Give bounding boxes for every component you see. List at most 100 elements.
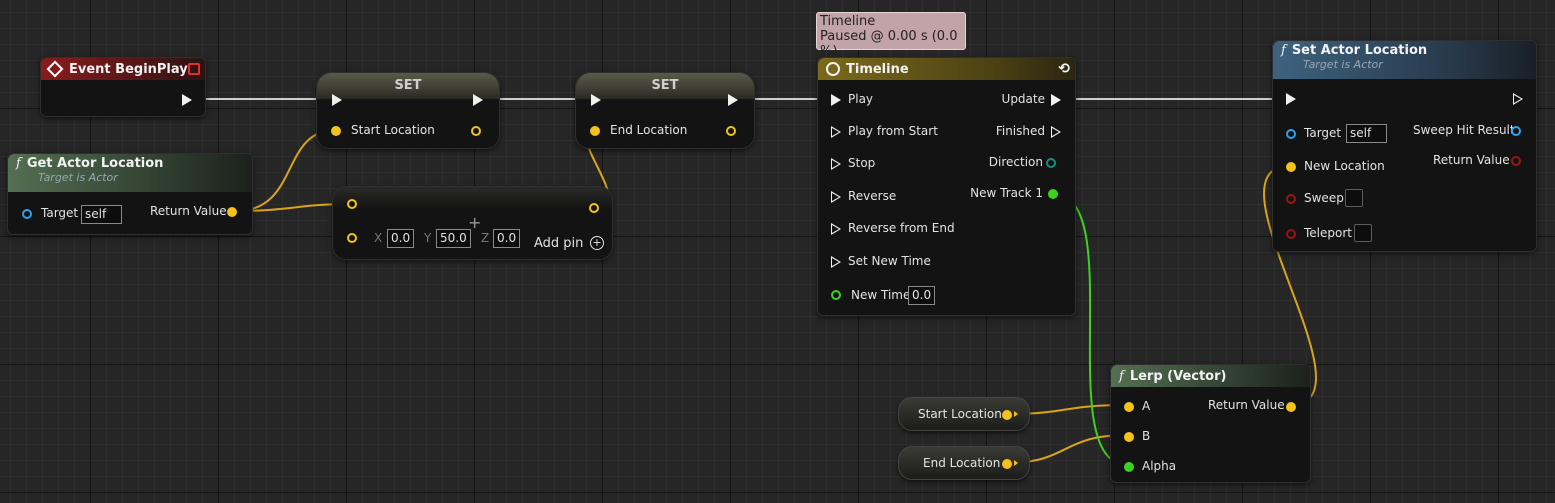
- lerp-vector-node[interactable]: f Lerp (Vector) A B Alpha Return Value: [1110, 364, 1311, 483]
- set-actor-location-node[interactable]: f Set Actor Location Target is Actor Targ…: [1272, 40, 1537, 252]
- timeline-output-new-track: New Track 1: [970, 186, 1043, 200]
- set-actor-teleport-checkbox[interactable]: [1354, 224, 1372, 242]
- get-actor-return-pin[interactable]: [227, 207, 237, 217]
- end-location-getter-label: End Location: [923, 456, 1001, 470]
- set-start-value-in-pin[interactable]: [331, 126, 341, 136]
- timeline-direction-pin[interactable]: [1046, 158, 1056, 168]
- start-location-getter-arrow: [1014, 411, 1018, 417]
- get-actor-location-title: Get Actor Location: [26, 156, 164, 171]
- make-vector-z-field[interactable]: 0.0: [493, 229, 521, 248]
- lerp-b-pin[interactable]: [1124, 432, 1134, 442]
- get-actor-location-subtitle: Target is Actor: [38, 171, 118, 184]
- timeline-output-direction: Direction: [988, 155, 1043, 169]
- set-actor-sweep-checkbox[interactable]: [1345, 189, 1363, 207]
- make-vector-in-pin[interactable]: [347, 199, 357, 209]
- add-pin-plus-icon[interactable]: +: [590, 236, 604, 250]
- end-location-getter-pin[interactable]: [1002, 459, 1012, 469]
- make-vector-x-label: X: [374, 231, 383, 245]
- timeline-node[interactable]: Timeline ⟲ Play Play from Start Stop Rev…: [817, 57, 1076, 316]
- timeline-play-from-start-pin[interactable]: [831, 126, 841, 138]
- end-location-getter-arrow: [1014, 460, 1018, 466]
- set-start-exec-out-pin[interactable]: [473, 94, 483, 106]
- timeline-header[interactable]: Timeline ⟲: [818, 58, 1075, 80]
- get-actor-target-field[interactable]: self: [81, 205, 122, 224]
- timeline-new-track-pin[interactable]: [1048, 189, 1058, 199]
- set-actor-target-label: Target: [1304, 126, 1342, 140]
- set-start-exec-in-pin[interactable]: [332, 94, 342, 106]
- timeline-output-update: Update: [1001, 92, 1045, 106]
- timeline-title: Timeline: [846, 61, 909, 77]
- make-vector-value-pin[interactable]: [347, 233, 357, 243]
- start-location-getter[interactable]: Start Location: [898, 397, 1030, 431]
- set-start-location-node[interactable]: SET Start Location: [316, 72, 500, 149]
- set-actor-sweep-pin[interactable]: [1286, 194, 1296, 204]
- tooltip-title: Timeline: [820, 14, 876, 29]
- set-actor-new-location-pin[interactable]: [1286, 162, 1296, 172]
- timeline-update-pin[interactable]: [1051, 94, 1061, 106]
- get-actor-location-header[interactable]: f Get Actor Location Target is Actor: [8, 154, 252, 192]
- set-actor-location-title: Set Actor Location: [1291, 43, 1428, 58]
- make-vector-y-label: Y: [424, 231, 432, 245]
- make-vector-x-field[interactable]: 0.0: [387, 229, 415, 248]
- set-actor-exec-in-pin[interactable]: [1286, 93, 1296, 105]
- set-end-exec-in-pin[interactable]: [591, 94, 601, 106]
- set-start-var-label: Start Location: [351, 123, 435, 137]
- set-actor-location-subtitle: Target is Actor: [1303, 58, 1383, 71]
- timeline-set-new-time-pin[interactable]: [831, 256, 841, 268]
- set-end-value-out-pin[interactable]: [726, 126, 736, 136]
- timeline-tooltip: Timeline Paused @ 0.00 s (0.0 %): [816, 12, 966, 59]
- make-vector-y-field[interactable]: 50.0: [436, 229, 471, 248]
- set-start-value-out-pin[interactable]: [471, 126, 481, 136]
- set-actor-target-pin[interactable]: [1286, 129, 1296, 139]
- beginplay-exec-out-pin[interactable]: [182, 94, 192, 106]
- timeline-reverse-pin[interactable]: [831, 191, 841, 203]
- timeline-input-play: Play: [848, 92, 874, 106]
- set-actor-target-field[interactable]: self: [1346, 124, 1387, 143]
- set-actor-location-header[interactable]: f Set Actor Location Target is Actor: [1273, 41, 1536, 79]
- start-location-getter-label: Start Location: [918, 407, 1002, 421]
- set-actor-return-pin[interactable]: [1511, 156, 1521, 166]
- timeline-input-reverse-from-end: Reverse from End: [848, 221, 955, 235]
- set-end-var-label: End Location: [610, 123, 688, 137]
- lerp-a-label: A: [1142, 399, 1151, 413]
- timeline-stop-pin[interactable]: [831, 158, 841, 170]
- end-location-getter[interactable]: End Location: [898, 446, 1030, 480]
- timeline-input-play-from-start: Play from Start: [848, 124, 938, 138]
- set-actor-exec-out-pin[interactable]: [1513, 93, 1523, 105]
- lerp-alpha-pin[interactable]: [1124, 462, 1134, 472]
- event-beginplay-node[interactable]: Event BeginPlay: [40, 57, 206, 117]
- function-icon: f: [1281, 43, 1286, 58]
- make-vector-out-pin[interactable]: [589, 203, 599, 213]
- start-location-getter-pin[interactable]: [1002, 410, 1012, 420]
- set-end-exec-out-pin[interactable]: [728, 94, 738, 106]
- set-actor-teleport-pin[interactable]: [1286, 229, 1296, 239]
- timeline-play-pin[interactable]: [831, 94, 841, 106]
- timeline-output-finished: Finished: [995, 124, 1045, 138]
- set-actor-sweep-hit-pin[interactable]: [1511, 126, 1521, 136]
- lerp-return-label: Return Value: [1208, 398, 1285, 412]
- timeline-input-set-new-time: Set New Time: [848, 254, 931, 268]
- delegate-square-icon[interactable]: [188, 63, 200, 75]
- lerp-a-pin[interactable]: [1124, 402, 1134, 412]
- get-actor-target-label: Target: [41, 206, 79, 220]
- timeline-new-time-pin[interactable]: [831, 290, 841, 300]
- lerp-header[interactable]: f Lerp (Vector): [1111, 365, 1310, 387]
- set-start-header[interactable]: SET: [317, 73, 499, 99]
- make-vector-node[interactable]: + X 0.0 Y 50.0 Z 0.0 Add pin +: [332, 186, 613, 260]
- timeline-new-time-label: New Time: [851, 288, 911, 302]
- event-beginplay-header[interactable]: Event BeginPlay: [41, 58, 205, 80]
- timeline-new-time-field[interactable]: 0.0: [908, 286, 936, 305]
- set-end-location-node[interactable]: SET End Location: [575, 72, 755, 149]
- loop-icon[interactable]: ⟲: [1058, 61, 1070, 77]
- timeline-reverse-from-end-pin[interactable]: [831, 223, 841, 235]
- event-diamond-icon: [46, 60, 64, 78]
- add-pin-label[interactable]: Add pin: [534, 236, 583, 251]
- set-end-value-in-pin[interactable]: [590, 126, 600, 136]
- set-actor-sweep-label: Sweep: [1304, 191, 1344, 205]
- timeline-finished-pin[interactable]: [1051, 126, 1061, 138]
- set-actor-new-location-label: New Location: [1304, 159, 1385, 173]
- get-actor-location-node[interactable]: f Get Actor Location Target is Actor Targ…: [7, 153, 253, 235]
- clock-icon: [826, 62, 840, 76]
- lerp-return-pin[interactable]: [1286, 402, 1296, 412]
- get-actor-target-pin[interactable]: [22, 209, 32, 219]
